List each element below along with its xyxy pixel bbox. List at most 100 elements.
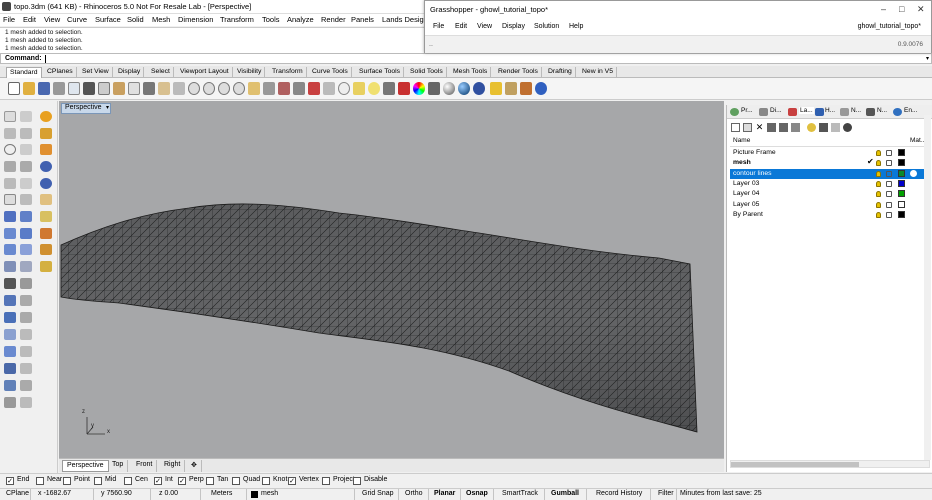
osnap-checkbox-quad[interactable] [232,477,240,485]
layer-row[interactable]: Picture Frame [730,148,930,158]
menu-analyze[interactable]: Analyze [287,15,314,24]
gh-document-name[interactable]: ghowl_tutorial_topo* [858,23,921,30]
status-cplane[interactable]: CPlane [6,490,29,497]
new-layer-icon[interactable] [731,123,740,132]
layer-color-swatch[interactable] [898,179,905,187]
status-planar[interactable]: Planar [434,490,455,497]
layer-lock-icon[interactable] [886,170,892,177]
options-icon[interactable] [520,82,532,95]
solid-icon[interactable] [20,211,32,222]
status-units[interactable]: Meters [211,490,232,497]
bulb-icon[interactable] [40,211,52,222]
analyze-icon[interactable] [4,380,16,391]
m-badge-icon[interactable] [40,111,52,122]
gh-menu-file[interactable]: File [433,23,444,30]
viewport-icon[interactable] [248,82,260,95]
minimize-icon[interactable]: – [881,4,886,14]
offset-icon[interactable] [20,194,32,205]
status-ortho[interactable]: Ortho [405,490,423,497]
mirror-icon[interactable] [20,363,32,374]
menu-render[interactable]: Render [321,15,346,24]
add-viewport-icon[interactable]: ✥ [187,460,202,472]
perspective-viewport[interactable]: Perspective ▾ z y x [59,101,724,458]
split-icon[interactable] [20,312,32,323]
check-icon[interactable] [20,380,32,391]
menu-transform[interactable]: Transform [220,15,254,24]
osnap-checkbox-vertex[interactable]: ✓ [288,477,296,485]
text-tool-icon[interactable] [4,312,16,323]
ellipse-icon[interactable] [4,178,16,189]
status-gumball[interactable]: Gumball [551,490,579,497]
tab-properties[interactable]: Pr... [741,107,753,114]
tab-display-panel[interactable]: Di... [770,107,782,114]
osnap-checkbox-int[interactable]: ✓ [154,477,162,485]
zoom-selected-icon[interactable] [233,82,245,95]
tab-display[interactable]: Display [115,67,145,78]
point-cloud-icon[interactable] [4,194,16,205]
tab-named-views[interactable]: N... [851,107,861,114]
surface-icon[interactable] [4,211,16,222]
menu-edit[interactable]: Edit [23,15,36,24]
tab-help[interactable]: H... [825,107,835,114]
layer-row[interactable]: By Parent [730,210,930,220]
status-osnap[interactable]: Osnap [466,490,488,497]
pan-hand-icon[interactable] [158,82,170,95]
osnap-checkbox-knot[interactable] [262,477,270,485]
tab-named-cplanes[interactable]: N... [877,107,887,114]
status-grid-snap[interactable]: Grid Snap [362,490,394,497]
named-views-icon[interactable] [263,82,275,95]
menu-surface[interactable]: Surface [95,15,121,24]
menu-curve[interactable]: Curve [67,15,87,24]
block-icon[interactable] [4,278,16,289]
tab-surface-tools[interactable]: Surface Tools [356,67,405,78]
layer-color-swatch[interactable] [898,200,905,208]
cplane-icon[interactable] [353,82,365,95]
select-arrow-icon[interactable] [4,111,16,122]
current-layer-check-icon[interactable]: ✔ [867,157,874,166]
point-icon[interactable] [338,82,350,95]
brush-icon[interactable] [40,228,52,239]
menu-view[interactable]: View [44,15,60,24]
transform-icon[interactable] [20,278,32,289]
layer-visibility-bulb-icon[interactable] [876,170,881,177]
car-icon[interactable] [308,82,320,95]
osnap-checkbox-project[interactable] [322,477,330,485]
copy-icon[interactable] [98,82,110,95]
tab-solid-tools[interactable]: Solid Tools [407,67,447,78]
light-bulb-icon[interactable] [368,82,380,95]
plugin-icon[interactable] [505,82,517,95]
osnap-checkbox-disable[interactable] [353,477,361,485]
layer-bulb-icon[interactable] [807,123,816,132]
layer-lock-icon[interactable] [886,201,892,208]
help-icon[interactable] [843,123,852,132]
new-file-icon[interactable] [8,82,20,95]
layer-lock-icon[interactable] [886,150,892,156]
layer-visibility-bulb-icon[interactable] [876,211,881,218]
gh-menu-solution[interactable]: Solution [534,23,559,30]
layer-visibility-bulb-icon[interactable] [876,191,881,198]
status-layer[interactable]: mesh [261,490,278,497]
circle-icon[interactable] [4,144,16,155]
layer-row[interactable]: contour lines [730,168,930,179]
horizontal-scrollbar[interactable] [730,460,930,468]
layer-lock-icon[interactable] [886,211,892,218]
clipboard-icon[interactable] [128,82,140,95]
menu-lands-design[interactable]: Lands Design [382,15,428,24]
tab-cplanes[interactable]: CPlanes [44,67,77,78]
layer-row[interactable]: Layer 04 [730,189,930,199]
tab-new-in-v5[interactable]: New in V5 [579,67,617,78]
grid-icon[interactable] [278,82,290,95]
tab-environment[interactable]: En... [904,107,917,114]
grasshopper-icon[interactable] [490,82,502,95]
layer-color-swatch[interactable] [898,190,905,198]
tab-mesh-tools[interactable]: Mesh Tools [450,67,492,78]
vp-tab-right[interactable]: Right [160,460,186,472]
tab-visibility[interactable]: Visibility [234,67,266,78]
vertical-scrollbar[interactable] [924,115,931,460]
layer-lock-icon[interactable] [886,160,892,167]
scroll-thumb[interactable] [731,462,859,467]
tab-drafting[interactable]: Drafting [545,67,576,78]
new-sublayer-icon[interactable] [743,123,752,132]
hatch-icon[interactable] [40,261,52,272]
layer-color-swatch[interactable] [898,210,905,218]
